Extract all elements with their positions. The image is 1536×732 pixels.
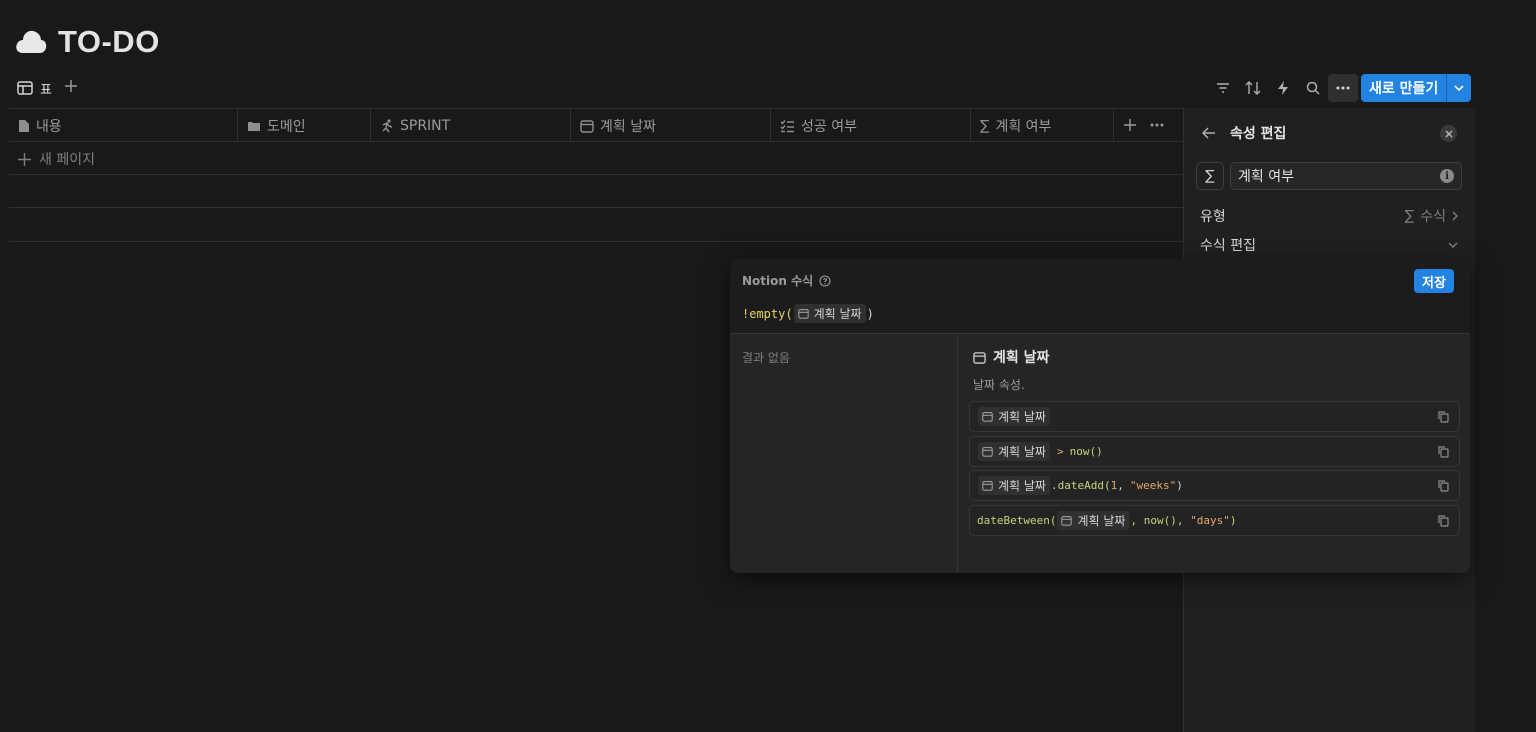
column-header-plan-date[interactable]: 계획 날짜 bbox=[571, 109, 771, 142]
tab-label: 표 bbox=[40, 82, 52, 98]
folder-icon bbox=[248, 121, 260, 131]
back-arrow-icon[interactable] bbox=[1202, 127, 1216, 139]
page-icon bbox=[19, 119, 29, 132]
row-divider bbox=[9, 174, 1184, 175]
row-divider bbox=[9, 207, 1184, 208]
result-pane: 결과 없음 bbox=[730, 334, 958, 573]
example-row[interactable]: 계획 날짜 .dateAdd( 1 , "weeks" ) bbox=[969, 470, 1460, 501]
doc-subtitle: 날짜 속성. bbox=[973, 378, 1025, 392]
copy-icon[interactable] bbox=[1438, 515, 1449, 527]
column-tools bbox=[1114, 109, 1164, 141]
database-toolbar bbox=[1208, 74, 1358, 102]
page-title[interactable]: TO-DO bbox=[58, 24, 160, 60]
copy-icon[interactable] bbox=[1438, 411, 1449, 423]
calendar-icon bbox=[797, 309, 809, 319]
edit-formula-row[interactable]: 수식 편집 bbox=[1200, 235, 1458, 255]
panel-title: 속성 편집 bbox=[1230, 126, 1287, 142]
column-header-success[interactable]: 성공 여부 bbox=[771, 109, 971, 142]
copy-icon[interactable] bbox=[1438, 480, 1449, 492]
formula-text[interactable]: !empty( 계획 날짜 ) bbox=[742, 304, 874, 323]
new-button-group: 새로 만들기 bbox=[1361, 74, 1472, 102]
page-header: TO-DO bbox=[14, 24, 160, 60]
add-column-icon[interactable] bbox=[1124, 119, 1136, 131]
calendar-icon bbox=[580, 119, 594, 133]
example-row[interactable]: dateBetween( 계획 날짜 , now(), "days" ) bbox=[969, 505, 1460, 536]
table-header: 내용 도메인 SPRINT 계획 날짜 성공 여부 ∑ 계획 여부 bbox=[9, 108, 1184, 142]
example-row[interactable]: 계획 날짜 bbox=[969, 401, 1460, 432]
cloud-icon[interactable] bbox=[14, 27, 48, 57]
more-icon[interactable] bbox=[1328, 74, 1358, 102]
close-icon[interactable] bbox=[1440, 125, 1457, 142]
copy-icon[interactable] bbox=[1438, 446, 1449, 458]
sigma-icon: ∑ bbox=[1404, 208, 1415, 224]
calendar-icon bbox=[973, 351, 986, 364]
column-more-icon[interactable] bbox=[1150, 123, 1164, 127]
automation-icon[interactable] bbox=[1268, 74, 1298, 102]
property-chip: 계획 날짜 bbox=[793, 304, 866, 323]
tab-table-view[interactable]: 표 bbox=[17, 78, 52, 98]
doc-title: 계획 날짜 bbox=[973, 347, 1049, 367]
table-icon bbox=[17, 81, 33, 95]
no-result-text: 결과 없음 bbox=[742, 351, 790, 365]
calendar-icon bbox=[982, 481, 993, 491]
docs-pane: 계획 날짜 날짜 속성. 계획 날짜 계획 날짜 > now() 계획 날짜 .… bbox=[959, 334, 1470, 573]
chevron-down-icon bbox=[1448, 242, 1458, 248]
property-type-row[interactable]: 유형 ∑ 수식 bbox=[1200, 206, 1458, 226]
search-icon[interactable] bbox=[1298, 74, 1328, 102]
formula-editor: Notion 수식 저장 !empty( 계획 날짜 ) 결과 없음 계획 날짜… bbox=[730, 259, 1470, 573]
calendar-icon bbox=[982, 447, 993, 457]
panel-header: 속성 편집 bbox=[1202, 123, 1286, 143]
calendar-icon bbox=[1061, 516, 1073, 526]
column-header-content[interactable]: 내용 bbox=[9, 109, 238, 142]
plus-icon bbox=[18, 152, 31, 166]
checklist-icon bbox=[780, 119, 794, 132]
editor-label: Notion 수식 bbox=[742, 272, 831, 289]
calendar-icon bbox=[982, 412, 993, 422]
example-row[interactable]: 계획 날짜 > now() bbox=[969, 436, 1460, 467]
column-header-plan-status[interactable]: ∑ 계획 여부 bbox=[971, 109, 1114, 142]
column-header-domain[interactable]: 도메인 bbox=[238, 109, 371, 142]
add-view-button[interactable] bbox=[64, 79, 78, 93]
property-type-icon-button[interactable]: ∑ bbox=[1196, 162, 1224, 190]
sort-icon[interactable] bbox=[1238, 74, 1268, 102]
help-icon[interactable] bbox=[819, 274, 831, 287]
column-header-sprint[interactable]: SPRINT bbox=[371, 109, 571, 142]
new-dropdown-button[interactable] bbox=[1447, 74, 1472, 102]
save-button[interactable]: 저장 bbox=[1414, 269, 1454, 293]
info-icon[interactable]: i bbox=[1440, 169, 1454, 183]
filter-icon[interactable] bbox=[1208, 74, 1238, 102]
sigma-icon: ∑ bbox=[980, 117, 990, 134]
chevron-right-icon bbox=[1452, 211, 1458, 221]
new-page-row[interactable]: 새 페이지 bbox=[18, 149, 95, 169]
runner-icon bbox=[382, 118, 393, 132]
formula-input-area[interactable]: Notion 수식 저장 !empty( 계획 날짜 ) bbox=[730, 259, 1470, 334]
row-divider bbox=[9, 241, 1184, 242]
property-name-input[interactable]: 계획 여부 i bbox=[1230, 162, 1462, 190]
new-button[interactable]: 새로 만들기 bbox=[1361, 74, 1448, 102]
